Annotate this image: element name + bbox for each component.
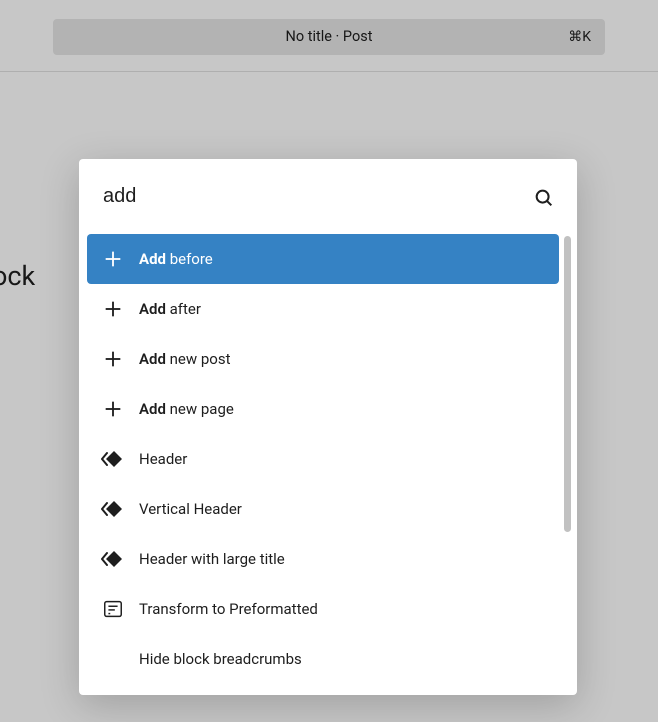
header-icon — [101, 447, 125, 471]
command-palette: Add before Add after Add new post Add new p… — [79, 159, 577, 695]
command-palette-item[interactable]: Vertical Header — [87, 484, 559, 534]
command-palette-item-label: Add new post — [139, 350, 230, 368]
command-palette-item[interactable]: Transform to Preformatted — [87, 584, 559, 634]
command-palette-item-label: Transform to Preformatted — [139, 600, 318, 618]
command-palette-item-label: Add new page — [139, 400, 234, 418]
command-palette-item[interactable]: Hide block breadcrumbs — [87, 634, 559, 684]
preformatted-icon — [101, 597, 125, 621]
command-palette-item[interactable]: Add before — [87, 234, 559, 284]
command-palette-input[interactable] — [103, 185, 553, 208]
command-palette-item[interactable]: Header — [87, 434, 559, 484]
command-palette-search-row — [79, 159, 577, 234]
search-icon — [533, 187, 555, 213]
command-palette-item[interactable]: Add after — [87, 284, 559, 334]
header-icon — [101, 497, 125, 521]
plus-icon — [101, 247, 125, 271]
scrollbar-thumb[interactable] — [564, 236, 571, 532]
plus-icon — [101, 397, 125, 421]
header-icon — [101, 547, 125, 571]
command-palette-item[interactable]: Add new post — [87, 334, 559, 384]
command-palette-item[interactable]: Header with large title — [87, 534, 559, 584]
command-palette-item-label: Hide block breadcrumbs — [139, 650, 302, 668]
command-palette-results: Add before Add after Add new post Add new p… — [87, 234, 559, 695]
command-palette-item[interactable]: Add new page — [87, 384, 559, 434]
command-palette-item-label: Add after — [139, 300, 201, 318]
command-palette-item-label: Header — [139, 450, 187, 468]
command-palette-results-wrap: Add before Add after Add new post Add new p… — [79, 234, 577, 695]
scrollbar-track[interactable] — [564, 236, 571, 689]
command-palette-item-label: Vertical Header — [139, 500, 242, 518]
command-palette-item-label: Header with large title — [139, 550, 285, 568]
command-palette-item-label: Add before — [139, 250, 213, 268]
plus-icon — [101, 347, 125, 371]
plus-icon — [101, 297, 125, 321]
